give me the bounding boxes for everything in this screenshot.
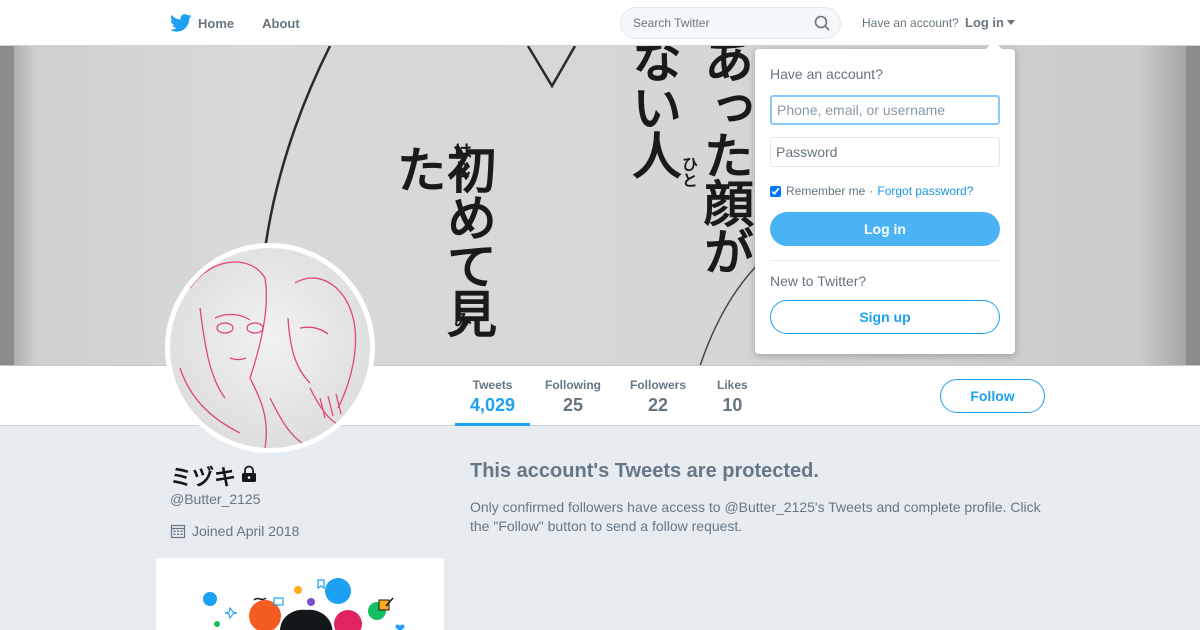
joined-text: Joined April 2018 [192, 523, 300, 539]
stat-tweets[interactable]: Tweets 4,029 [470, 378, 515, 416]
stat-following-value: 25 [562, 395, 584, 415]
separator-dot: · [869, 184, 874, 198]
profile-handle: @Butter_2125 [170, 491, 261, 507]
new-to-twitter-text: New to Twitter? [770, 273, 867, 289]
login-button[interactable]: Log in [770, 212, 1000, 246]
search-icon[interactable] [814, 15, 830, 31]
banner-ruby-2: み [451, 311, 472, 329]
banner-text-2: あった顔が [696, 46, 754, 274]
nav-about[interactable]: About [262, 16, 300, 31]
forgot-password-link[interactable]: Forgot password? [877, 184, 973, 198]
password-field[interactable] [770, 137, 1000, 167]
stat-followers[interactable]: Followers 22 [630, 378, 686, 416]
banner-text-3: ない人 [624, 46, 682, 178]
nav-about-label: About [262, 15, 300, 31]
top-nav-bar: Home About Have an account? Log in [0, 0, 1200, 46]
promo-illustration [203, 578, 405, 630]
search-box [620, 7, 841, 39]
stat-likes[interactable]: Likes 10 [717, 378, 748, 416]
stat-followers-label: Followers [630, 378, 687, 392]
nav-home-label: Home [198, 15, 235, 31]
search-input[interactable] [621, 8, 801, 38]
stat-tweets-label: Tweets [472, 378, 513, 392]
caret-down-icon [1007, 20, 1015, 25]
signup-button[interactable]: Sign up [770, 300, 1000, 334]
twitter-bird-icon [170, 14, 192, 32]
username-field[interactable] [770, 95, 1000, 125]
display-name: ミヅキ [170, 466, 237, 491]
remember-row: Remember me · Forgot password? [770, 184, 973, 198]
stat-following-label: Following [545, 378, 601, 392]
stat-following[interactable]: Following 25 [545, 378, 601, 416]
stat-likes-label: Likes [717, 378, 748, 392]
protected-body: Only confirmed followers have access to … [470, 499, 1041, 534]
active-tab-indicator [455, 423, 530, 426]
promo-card[interactable] [156, 558, 444, 630]
avatar-sketch [179, 261, 357, 448]
have-account-text: Have an account? [862, 16, 959, 30]
avatar[interactable] [165, 243, 375, 453]
login-dropdown: Have an account? Remember me · Forgot pa… [755, 41, 1015, 354]
banner-text-1: 初めて見た [389, 144, 497, 336]
login-dropdown-title: Have an account? [770, 66, 883, 82]
calendar-icon [170, 524, 186, 539]
stat-likes-value: 10 [722, 395, 743, 415]
login-dropdown-toggle[interactable]: Log in [965, 15, 1015, 30]
banner-ruby-3: ひと [679, 156, 698, 188]
follow-button[interactable]: Follow [940, 379, 1045, 413]
lock-icon [242, 465, 256, 482]
nav-home[interactable]: Home [170, 14, 234, 32]
remember-me-label[interactable]: Remember me [786, 184, 865, 198]
dropdown-divider [770, 260, 1000, 261]
nav-left: Home About [170, 0, 328, 46]
remember-me-checkbox[interactable] [770, 185, 781, 197]
protected-title: This account's Tweets are protected. [470, 460, 819, 482]
joined-date: Joined April 2018 [170, 523, 299, 539]
banner-ruby-1: はじ [451, 142, 472, 178]
stat-followers-value: 22 [647, 395, 669, 415]
login-toggle-label: Log in [965, 15, 1004, 30]
stat-tweets-value: 4,029 [470, 395, 516, 415]
